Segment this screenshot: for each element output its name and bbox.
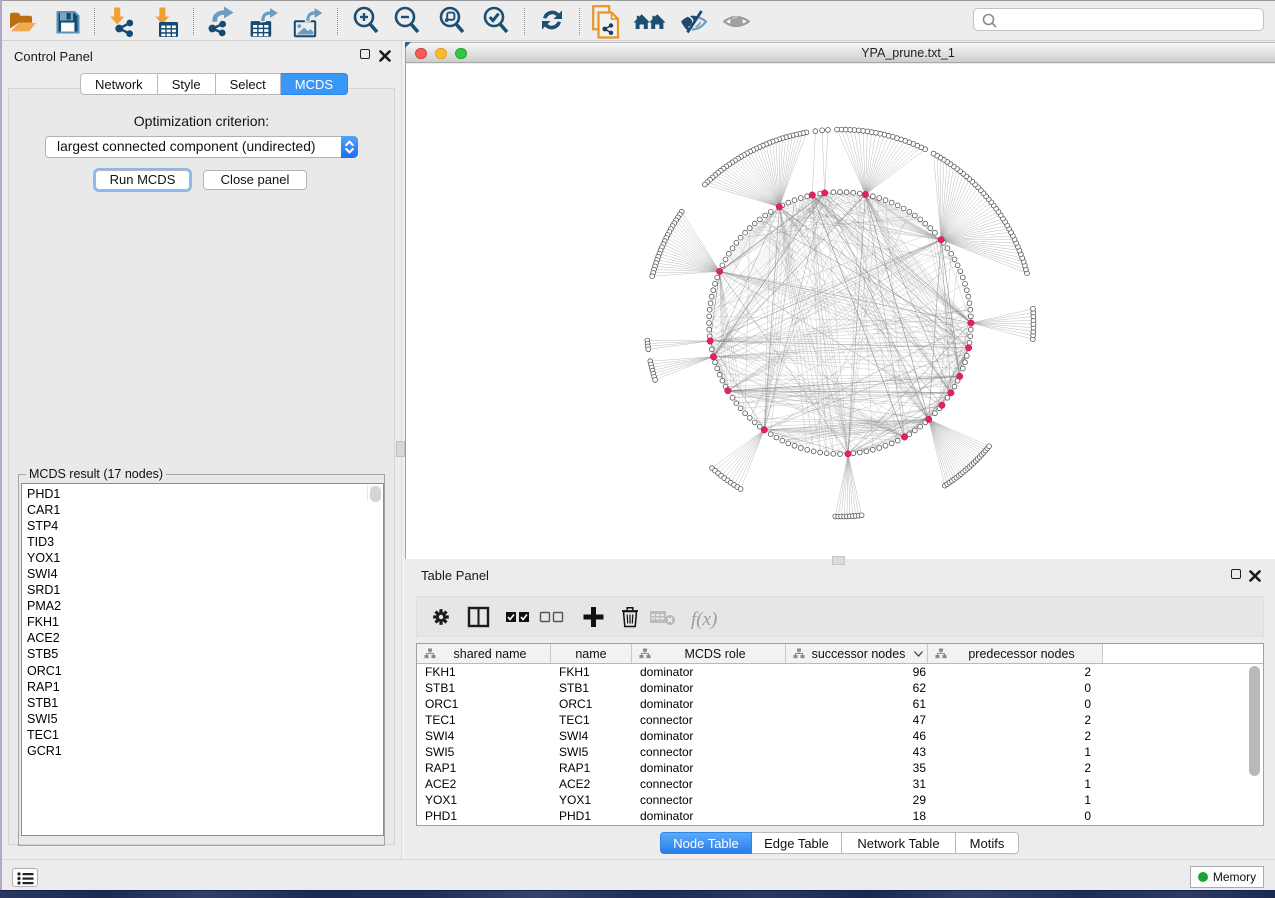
svg-text:f(x): f(x) (691, 609, 717, 630)
